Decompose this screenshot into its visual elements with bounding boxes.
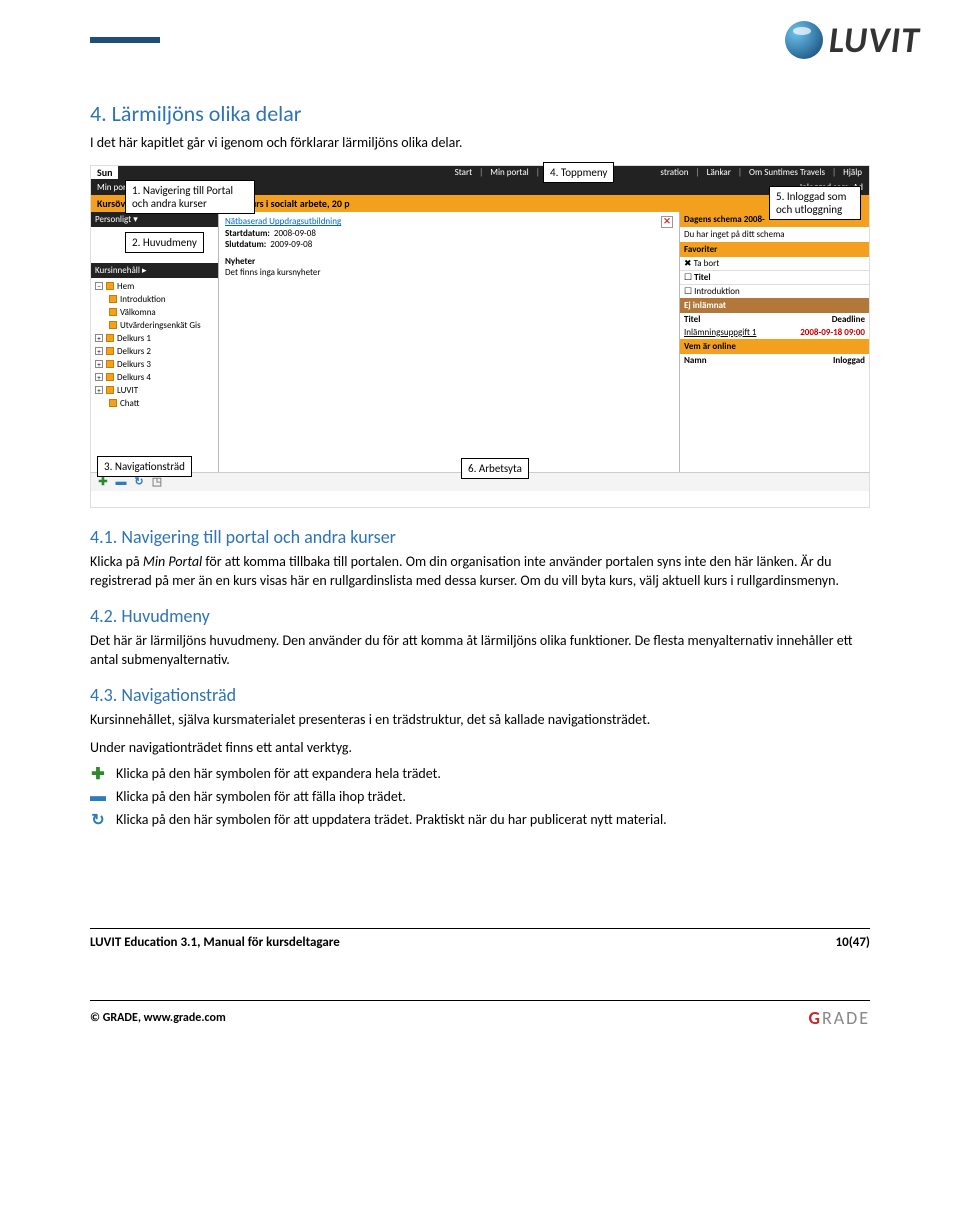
section-4-1-heading: 4.1. Navigering till portal och andra ku… (90, 526, 870, 548)
online-logged-col: Inloggad (833, 355, 865, 366)
plus-icon: ✚ (90, 766, 106, 782)
annotated-screenshot: 1. Navigering till Portal och andra kurs… (90, 165, 870, 508)
header-accent (90, 37, 160, 43)
assign-deadline-col: Deadline (832, 314, 865, 325)
footer-title: LUVIT Education 3.1, Manual för kursdelt… (90, 935, 340, 950)
online-header: Vem är online (680, 339, 869, 354)
tree-delkurs4[interactable]: +Delkurs 4 (95, 371, 214, 384)
news-body: Det finns inga kursnyheter (225, 267, 673, 278)
app-brand: Sun (91, 166, 118, 179)
section-4-heading: 4. Lärmiljöns olika delar (90, 100, 870, 127)
callout-1: 1. Navigering till Portal och andra kurs… (125, 180, 255, 214)
assignment-link[interactable]: Inlämningsuppgift 1 (684, 327, 756, 338)
start-date-value: 2008-09-08 (274, 228, 316, 239)
refresh-instruction: ↻ Klicka på den här symbolen för att upp… (90, 811, 870, 828)
menu-admin[interactable]: stration (657, 167, 691, 178)
callout-4: 4. Toppmeny (543, 162, 614, 183)
menu-lankar[interactable]: Länkar (704, 167, 734, 178)
section-4-3-p2: Under navigationträdet finns ett antal v… (90, 738, 870, 758)
brand-text: LUVIT (829, 18, 920, 62)
callout-5: 5. Inloggad som och utloggning (769, 186, 861, 220)
tree-introduktion[interactable]: Introduktion (95, 293, 214, 306)
menu-om[interactable]: Om Suntimes Travels (746, 167, 828, 178)
tree-chatt[interactable]: Chatt (95, 397, 214, 410)
section-4-1-body: Klicka på Min Portal för att komma tillb… (90, 552, 870, 591)
copyright-footer: © GRADE, www.grade.com GRADE (90, 1000, 870, 1029)
top-menu-items: Start| Min portal| Mina ku stration| Län… (452, 167, 869, 178)
page-footer: LUVIT Education 3.1, Manual för kursdelt… (90, 928, 870, 950)
tree-delkurs2[interactable]: +Delkurs 2 (95, 345, 214, 358)
page-header: LUVIT (0, 18, 960, 62)
assignment-deadline: 2008-09-18 09:00 (800, 327, 865, 338)
tree-luvit[interactable]: +LUVIT (95, 384, 214, 397)
tree-delkurs1[interactable]: +Delkurs 1 (95, 332, 214, 345)
copyright-text: © GRADE, www.grade.com (90, 1011, 226, 1025)
globe-icon (785, 21, 823, 59)
menu-hjalp[interactable]: Hjälp (840, 167, 865, 178)
callout-3: 3. Navigationsträd (97, 456, 192, 477)
collapse-text: Klicka på den här symbolen för att fälla… (116, 788, 406, 805)
refresh-text: Klicka på den här symbolen för att uppda… (116, 811, 667, 828)
refresh-tree-icon[interactable]: ↻ (133, 476, 145, 488)
section-4-3-heading: 4.3. Navigationsträd (90, 684, 870, 706)
tree-utvardering[interactable]: Utvärderingsenkät Gis (95, 319, 214, 332)
tree-delkurs3[interactable]: +Delkurs 3 (95, 358, 214, 371)
collapse-instruction: ▬ Klicka på den här symbolen för att fäl… (90, 788, 870, 805)
nav-tree: −Hem Introduktion Välkomna Utvärderingse… (91, 278, 218, 412)
section-4-intro: I det här kapitlet går vi igenom och för… (90, 133, 870, 153)
menu-start[interactable]: Start (452, 167, 476, 178)
menu-min-portal[interactable]: Min portal (487, 167, 531, 178)
start-date-label: Startdatum: (225, 228, 270, 239)
fav-item-introduktion[interactable]: Introduktion (694, 286, 740, 297)
kursinnehall-header[interactable]: Kursinnehåll ▸ (91, 263, 218, 278)
refresh-icon: ↻ (90, 812, 106, 828)
expand-instruction: ✚ Klicka på den här symbolen för att exp… (90, 765, 870, 782)
right-sidebar: Dagens schema 2008- Du har inget på ditt… (679, 212, 869, 472)
section-4-2-body: Det här är lärmiljöns huvudmeny. Den anv… (90, 631, 870, 670)
callout-2: 2. Huvudmeny (125, 232, 204, 253)
close-icon[interactable]: ✕ (661, 216, 673, 228)
expand-text: Klicka på den här symbolen för att expan… (116, 765, 441, 782)
end-date-label: Slutdatum: (225, 239, 266, 250)
callout-6: 6. Arbetsyta (461, 458, 529, 479)
online-name-col: Namn (684, 355, 707, 366)
favoriter-header: Favoriter (680, 242, 869, 257)
expand-tree-icon[interactable]: ✚ (97, 476, 109, 488)
tool-icon[interactable]: ◳ (151, 476, 163, 488)
brand-logo: LUVIT (785, 18, 920, 62)
end-date-value: 2009-09-08 (270, 239, 312, 250)
news-heading: Nyheter (225, 256, 673, 267)
top-menubar: Sun Start| Min portal| Mina ku stration|… (91, 166, 869, 180)
remove-button[interactable]: Ta bort (694, 258, 720, 269)
course-sub-link[interactable]: Nätbaserad Uppdragsutbildning (225, 216, 341, 227)
page-number: 10(47) (836, 935, 870, 950)
main-layout: Personligt ▾ Kursinnehåll ▸ −Hem Introdu… (91, 212, 869, 472)
workspace: Nätbaserad Uppdragsutbildning ✕ Startdat… (219, 212, 679, 472)
minus-icon: ▬ (90, 789, 106, 805)
fav-titel-col: Titel (694, 272, 710, 283)
schema-empty: Du har inget på ditt schema (680, 227, 869, 242)
section-4-2-heading: 4.2. Huvudmeny (90, 605, 870, 627)
grade-logo: GRADE (808, 1007, 870, 1029)
section-4-3-p1: Kursinnehållet, själva kursmaterialet pr… (90, 710, 870, 730)
collapse-tree-icon[interactable]: ▬ (115, 476, 127, 488)
tree-valkomna[interactable]: Välkomna (95, 306, 214, 319)
ej-inlamnat-header: Ej inlämnat (680, 298, 869, 313)
assign-titel-col: Titel (684, 314, 700, 325)
tree-hem[interactable]: −Hem (95, 280, 214, 293)
